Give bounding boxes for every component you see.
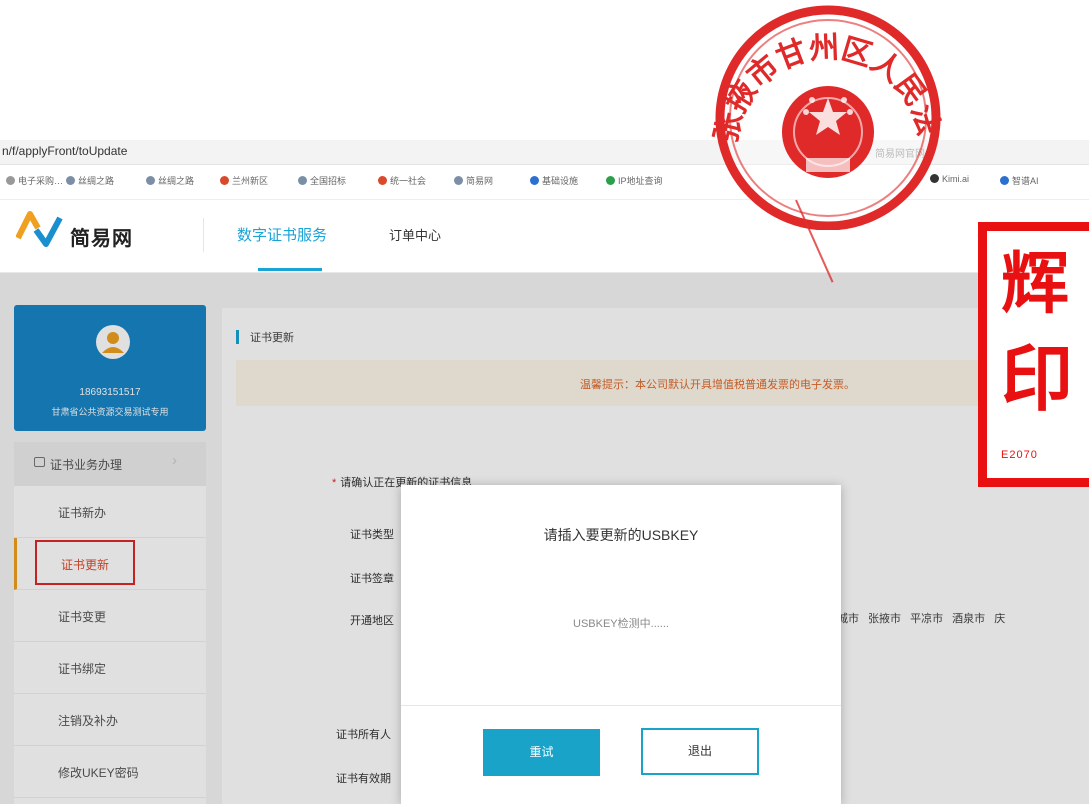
bookmark-favicon-icon — [6, 176, 15, 185]
bookmark-label: 全国招标 — [310, 176, 347, 186]
bookmark-label: 电子采购… — [18, 176, 64, 186]
stamp-line-1: 辉 — [1001, 245, 1070, 324]
bookmark-label: 丝绸之路 — [158, 176, 195, 186]
retry-button[interactable]: 重试 — [483, 729, 600, 776]
bookmark-item[interactable]: 丝绸之路 — [66, 174, 114, 187]
bookmark-favicon-icon — [1000, 176, 1009, 185]
bookmark-item[interactable]: 电子采购… — [6, 174, 63, 187]
bookmark-item[interactable]: 丝绸之路 — [146, 174, 194, 187]
logo-icon — [16, 211, 63, 247]
bookmark-label: 统一社会 — [390, 176, 427, 186]
bookmark-item[interactable]: 兰州新区 — [220, 174, 268, 187]
red-stamp: 辉 印 E2070 — [978, 222, 1089, 487]
logo-text: 简易网 — [70, 228, 133, 250]
bookmark-favicon-icon — [66, 176, 75, 185]
header-divider — [203, 218, 204, 252]
nav-order-center[interactable]: 订单中心 — [389, 225, 441, 244]
bookmark-favicon-icon — [606, 176, 615, 185]
bookmark-label: 简易网 — [466, 176, 494, 186]
bookmark-label: 丝绸之路 — [78, 176, 115, 186]
exit-button[interactable]: 退出 — [641, 728, 759, 775]
bookmark-favicon-icon — [530, 176, 539, 185]
bookmark-favicon-icon — [298, 176, 307, 185]
usbkey-dialog: 请插入要更新的USBKEY USBKEY检测中...... 重试 退出 — [401, 485, 841, 804]
dialog-divider — [401, 705, 841, 706]
bookmark-label: 兰州新区 — [232, 176, 269, 186]
url-text: n/f/applyFront/toUpdate — [2, 144, 128, 158]
bookmark-label: 智谱AI — [1012, 176, 1039, 186]
bookmark-item[interactable]: 全国招标 — [298, 174, 346, 187]
bookmark-item[interactable]: 统一社会 — [378, 174, 426, 187]
bookmark-item[interactable]: 基础设施 — [530, 174, 578, 187]
bookmark-item[interactable]: 简易网 — [454, 174, 493, 187]
stamp-code: E2070 — [1001, 449, 1038, 461]
court-seal: 张掖市甘州区人民法院 — [688, 0, 946, 230]
bookmark-favicon-icon — [454, 176, 463, 185]
bookmark-favicon-icon — [378, 176, 387, 185]
bookmark-item[interactable]: 智谱AI — [1000, 174, 1039, 187]
bookmark-item[interactable]: IP地址查询 — [606, 174, 663, 187]
stamp-line-2: 印 — [1001, 337, 1074, 421]
nav-active-underline — [258, 268, 322, 271]
bookmark-label: IP地址查询 — [618, 176, 663, 186]
nav-digital-cert[interactable]: 数字证书服务 — [237, 224, 327, 245]
dialog-status: USBKEY检测中...... — [573, 618, 669, 630]
bookmark-favicon-icon — [146, 176, 155, 185]
bookmark-label: 基础设施 — [542, 176, 579, 186]
dialog-title: 请插入要更新的USBKEY — [543, 527, 699, 543]
bookmark-favicon-icon — [220, 176, 229, 185]
